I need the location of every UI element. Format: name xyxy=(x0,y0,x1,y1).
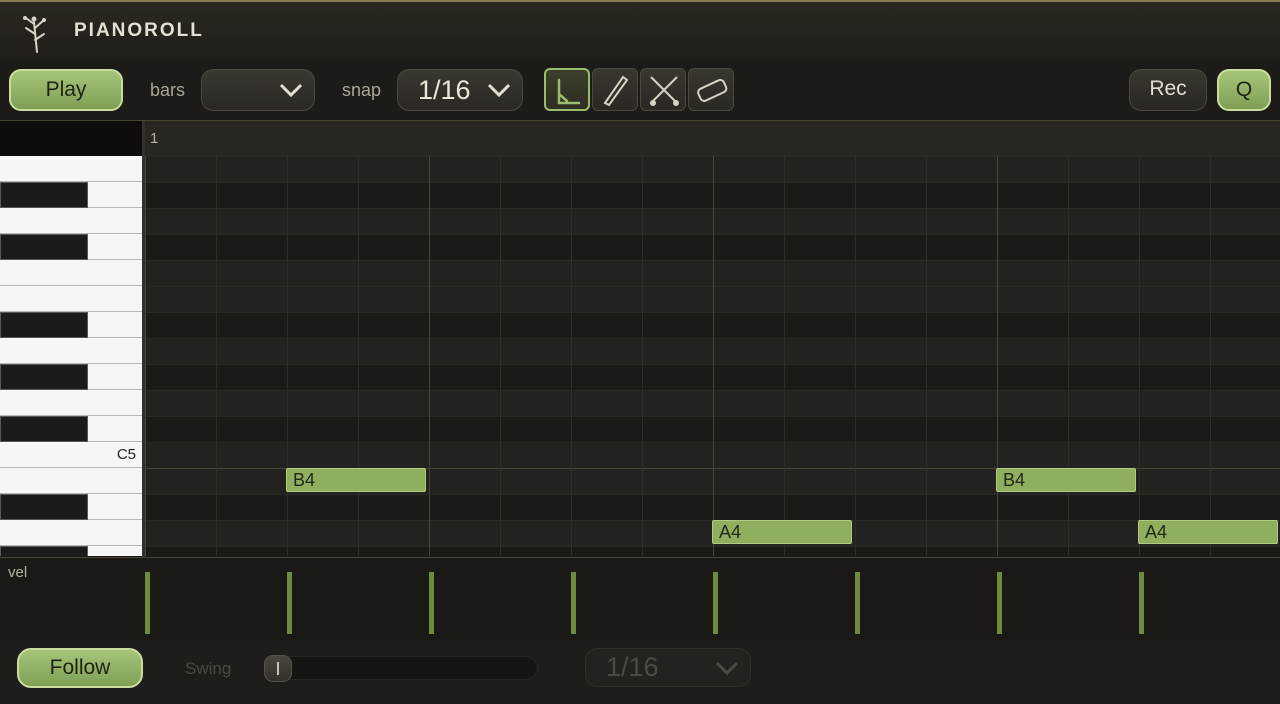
swing-label: Swing xyxy=(185,659,232,678)
velocity-lane[interactable]: vel xyxy=(0,557,1280,640)
grid-row xyxy=(145,390,1280,416)
chevron-down-icon xyxy=(487,83,511,98)
grid-row xyxy=(145,338,1280,364)
grid-row xyxy=(145,286,1280,312)
grid-row xyxy=(145,156,1280,182)
note-grid[interactable]: B4 A4 B4 A4 xyxy=(145,156,1280,556)
bar-number: 1 xyxy=(150,130,159,147)
piano-key[interactable] xyxy=(0,520,142,546)
piano-key-black[interactable] xyxy=(0,364,88,390)
chevron-down-icon xyxy=(715,661,739,676)
grid-row xyxy=(145,364,1280,390)
piano-key[interactable] xyxy=(0,390,142,416)
note-block[interactable]: A4 xyxy=(712,520,852,544)
velocity-bar[interactable] xyxy=(429,572,434,634)
swing-grid-select[interactable]: 1/16 xyxy=(585,648,751,687)
piano-key-black[interactable] xyxy=(0,312,88,338)
grid-row xyxy=(145,234,1280,260)
title-bar: PIANOROLL xyxy=(0,0,1280,60)
chevron-down-icon xyxy=(279,83,303,98)
swing-slider-thumb[interactable] xyxy=(264,655,292,682)
eraser-tool-icon xyxy=(697,78,728,102)
snap-select-value: 1/16 xyxy=(418,75,471,105)
snap-label: snap xyxy=(342,80,382,100)
velocity-bar[interactable] xyxy=(571,572,576,634)
swing-slider-track[interactable] xyxy=(264,656,538,680)
snap-select[interactable]: 1/16 xyxy=(397,69,523,111)
select-tool-button[interactable] xyxy=(544,68,590,111)
velocity-bar[interactable] xyxy=(997,572,1002,634)
grid-row xyxy=(145,416,1280,442)
record-button[interactable]: Rec xyxy=(1129,69,1207,111)
velocity-bar[interactable] xyxy=(713,572,718,634)
piano-key-black[interactable] xyxy=(0,416,88,442)
app-title: PIANOROLL xyxy=(74,20,204,41)
quantize-button[interactable]: Q xyxy=(1217,69,1271,111)
play-button[interactable]: Play xyxy=(9,69,123,111)
select-tool-icon xyxy=(557,78,581,105)
piano-key-black[interactable] xyxy=(0,546,88,556)
note-block[interactable]: B4 xyxy=(286,468,426,492)
piano-key[interactable] xyxy=(0,208,142,234)
velocity-bar[interactable] xyxy=(855,572,860,634)
note-block[interactable]: A4 xyxy=(1138,520,1278,544)
piano-key-black[interactable] xyxy=(0,494,88,520)
pencil-tool-icon xyxy=(603,75,629,107)
velocity-label: vel xyxy=(8,564,28,581)
piano-key[interactable] xyxy=(0,260,142,286)
piano-key[interactable] xyxy=(0,468,142,494)
timeline-ruler[interactable]: 1 xyxy=(145,121,1280,157)
grid-row xyxy=(145,260,1280,286)
key-label-c5: C5 xyxy=(116,446,136,463)
grid-row xyxy=(145,494,1280,520)
velocity-bar[interactable] xyxy=(1139,572,1144,634)
velocity-bar[interactable] xyxy=(287,572,292,634)
grid-row xyxy=(145,182,1280,208)
swing-grid-value: 1/16 xyxy=(606,652,659,682)
split-tool-icon xyxy=(650,76,679,106)
split-tool-button[interactable] xyxy=(640,68,686,111)
piano-keyboard[interactable]: C5 xyxy=(0,156,143,556)
piano-key-black[interactable] xyxy=(0,234,88,260)
grid-lines xyxy=(145,156,1280,556)
note-block[interactable]: B4 xyxy=(996,468,1136,492)
piano-key[interactable] xyxy=(0,156,142,182)
bars-label: bars xyxy=(150,80,186,100)
branch-logo-icon xyxy=(23,16,46,53)
piano-key[interactable] xyxy=(0,338,142,364)
grid-row xyxy=(145,442,1280,468)
piano-key[interactable] xyxy=(0,286,142,312)
follow-button[interactable]: Follow xyxy=(17,648,143,688)
pencil-tool-button[interactable] xyxy=(592,68,638,111)
velocity-bar[interactable] xyxy=(145,572,150,634)
grid-row xyxy=(145,546,1280,556)
grid-row xyxy=(145,208,1280,234)
piano-key-black[interactable] xyxy=(0,182,88,208)
bars-select[interactable] xyxy=(201,69,315,111)
ruler-corner xyxy=(0,121,143,156)
grid-row xyxy=(145,312,1280,338)
eraser-tool-button[interactable] xyxy=(688,68,734,111)
piano-key[interactable]: C5 xyxy=(0,442,142,468)
